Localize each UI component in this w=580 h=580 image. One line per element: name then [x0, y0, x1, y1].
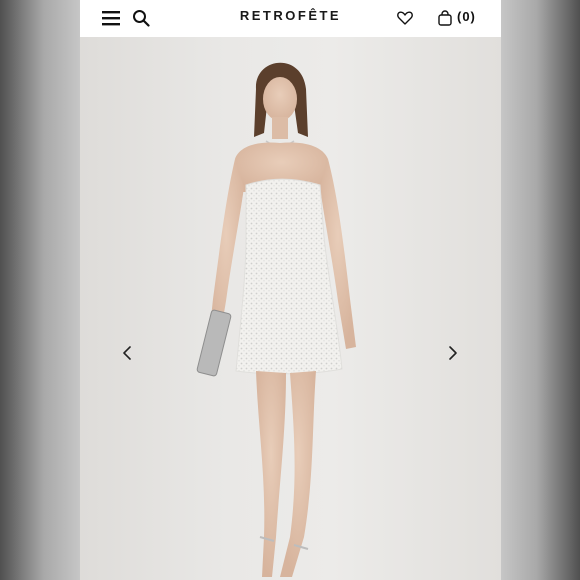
- chevron-right-icon[interactable]: [442, 342, 464, 364]
- shopping-bag-icon[interactable]: [432, 5, 458, 31]
- top-navigation-bar: RETROFÊTE (0): [80, 0, 501, 37]
- model-photo-illustration: [196, 62, 356, 577]
- product-image[interactable]: [80, 37, 501, 580]
- left-blur-border: [0, 0, 80, 580]
- app-screen: RETROFÊTE (0): [80, 0, 501, 580]
- right-blur-border: [501, 0, 580, 580]
- cart-count[interactable]: (0): [457, 9, 476, 24]
- chevron-left-icon[interactable]: [116, 342, 138, 364]
- heart-icon[interactable]: [392, 5, 418, 31]
